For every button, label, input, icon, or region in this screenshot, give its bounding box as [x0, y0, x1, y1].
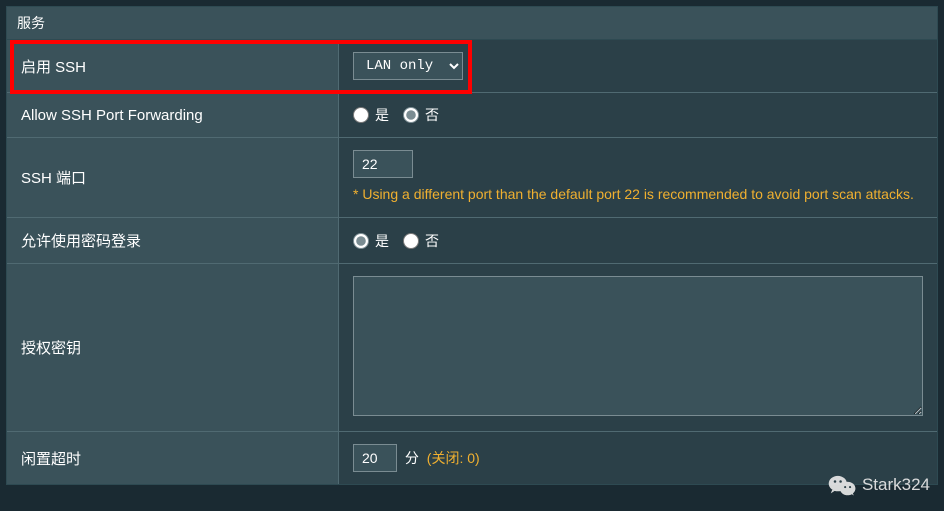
allow-forward-no-radio[interactable] [403, 107, 419, 123]
idle-input[interactable] [353, 444, 397, 472]
panel-title: 服务 [7, 7, 937, 40]
row-auth-key: 授权密钥 [7, 264, 937, 432]
watermark: Stark324 [828, 473, 930, 497]
ssh-port-input[interactable] [353, 150, 413, 178]
allow-forward-no-label: 否 [425, 105, 439, 125]
label-allow-forward: Allow SSH Port Forwarding [7, 93, 339, 138]
row-allow-pw: 允许使用密码登录 是 否 [7, 218, 937, 264]
enable-ssh-select[interactable]: LAN only [353, 52, 463, 80]
watermark-text: Stark324 [862, 475, 930, 495]
label-idle: 闲置超时 [7, 432, 339, 485]
wechat-icon [828, 473, 856, 497]
idle-closed: (关闭: 0) [427, 450, 480, 466]
allow-pw-yes-label: 是 [375, 231, 389, 251]
label-ssh-port: SSH 端口 [7, 138, 339, 218]
settings-panel: 服务 启用 SSH LAN only Allow SSH Port Forwar… [6, 6, 938, 485]
label-enable-ssh: 启用 SSH [7, 40, 339, 93]
idle-unit: 分 [405, 450, 419, 466]
label-auth-key: 授权密钥 [7, 264, 339, 432]
allow-pw-radio-group: 是 否 [353, 231, 923, 251]
settings-table: 启用 SSH LAN only Allow SSH Port Forwardin… [7, 40, 937, 484]
allow-pw-no-label: 否 [425, 231, 439, 251]
allow-pw-yes-radio[interactable] [353, 233, 369, 249]
auth-key-textarea[interactable] [353, 276, 923, 416]
row-allow-forward: Allow SSH Port Forwarding 是 否 [7, 93, 937, 138]
ssh-port-hint: * Using a different port than the defaul… [353, 184, 923, 205]
allow-forward-yes-label: 是 [375, 105, 389, 125]
row-enable-ssh: 启用 SSH LAN only [7, 40, 937, 93]
row-ssh-port: SSH 端口 * Using a different port than the… [7, 138, 937, 218]
allow-forward-radio-group: 是 否 [353, 105, 923, 125]
label-allow-pw: 允许使用密码登录 [7, 218, 339, 264]
allow-pw-no-radio[interactable] [403, 233, 419, 249]
allow-forward-yes-radio[interactable] [353, 107, 369, 123]
row-idle: 闲置超时 分 (关闭: 0) [7, 432, 937, 485]
